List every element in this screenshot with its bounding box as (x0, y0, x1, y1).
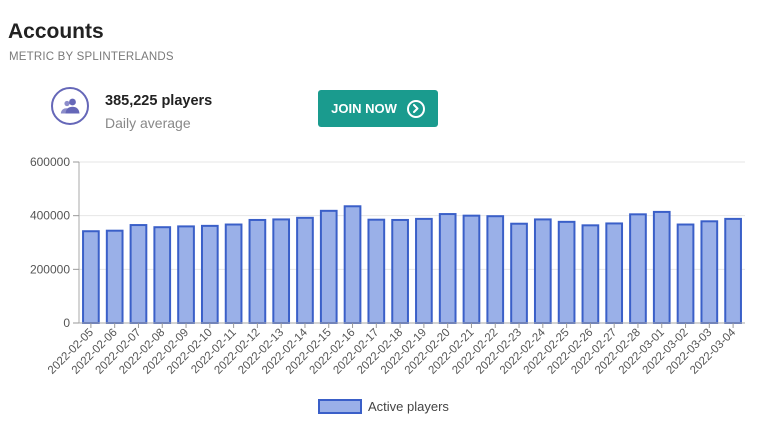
bar (676, 223, 695, 324)
bar (272, 218, 291, 325)
bar (462, 214, 481, 325)
bar (557, 220, 576, 324)
bar (438, 213, 457, 325)
bar (343, 205, 362, 324)
y-tick-label: 400000 (30, 209, 70, 223)
bar (129, 224, 148, 324)
bar (105, 229, 124, 324)
y-tick-label: 200000 (30, 262, 70, 276)
bar (415, 217, 433, 325)
bar (700, 220, 719, 324)
bar (248, 218, 267, 325)
chart-legend: Active players (318, 399, 449, 414)
bar (533, 218, 552, 325)
legend-label: Active players (368, 399, 449, 414)
bar (510, 222, 528, 324)
y-tick-label: 0 (63, 316, 70, 330)
bar (224, 223, 243, 324)
legend-swatch (318, 399, 362, 414)
active-players-bar-chart: 0200000400000600000 2022-02-052022-02-06… (30, 155, 745, 414)
bar (605, 222, 624, 324)
bar (319, 209, 338, 324)
bar (391, 218, 409, 325)
bar (367, 218, 386, 324)
bar (177, 225, 195, 324)
y-tick-label: 600000 (30, 155, 70, 169)
bar (153, 226, 172, 324)
bar (581, 224, 600, 324)
bar (629, 213, 647, 324)
bar (200, 224, 219, 324)
bar (486, 215, 505, 325)
bar (296, 216, 314, 325)
bar (652, 210, 671, 324)
bar (82, 230, 100, 324)
bar (724, 217, 742, 325)
